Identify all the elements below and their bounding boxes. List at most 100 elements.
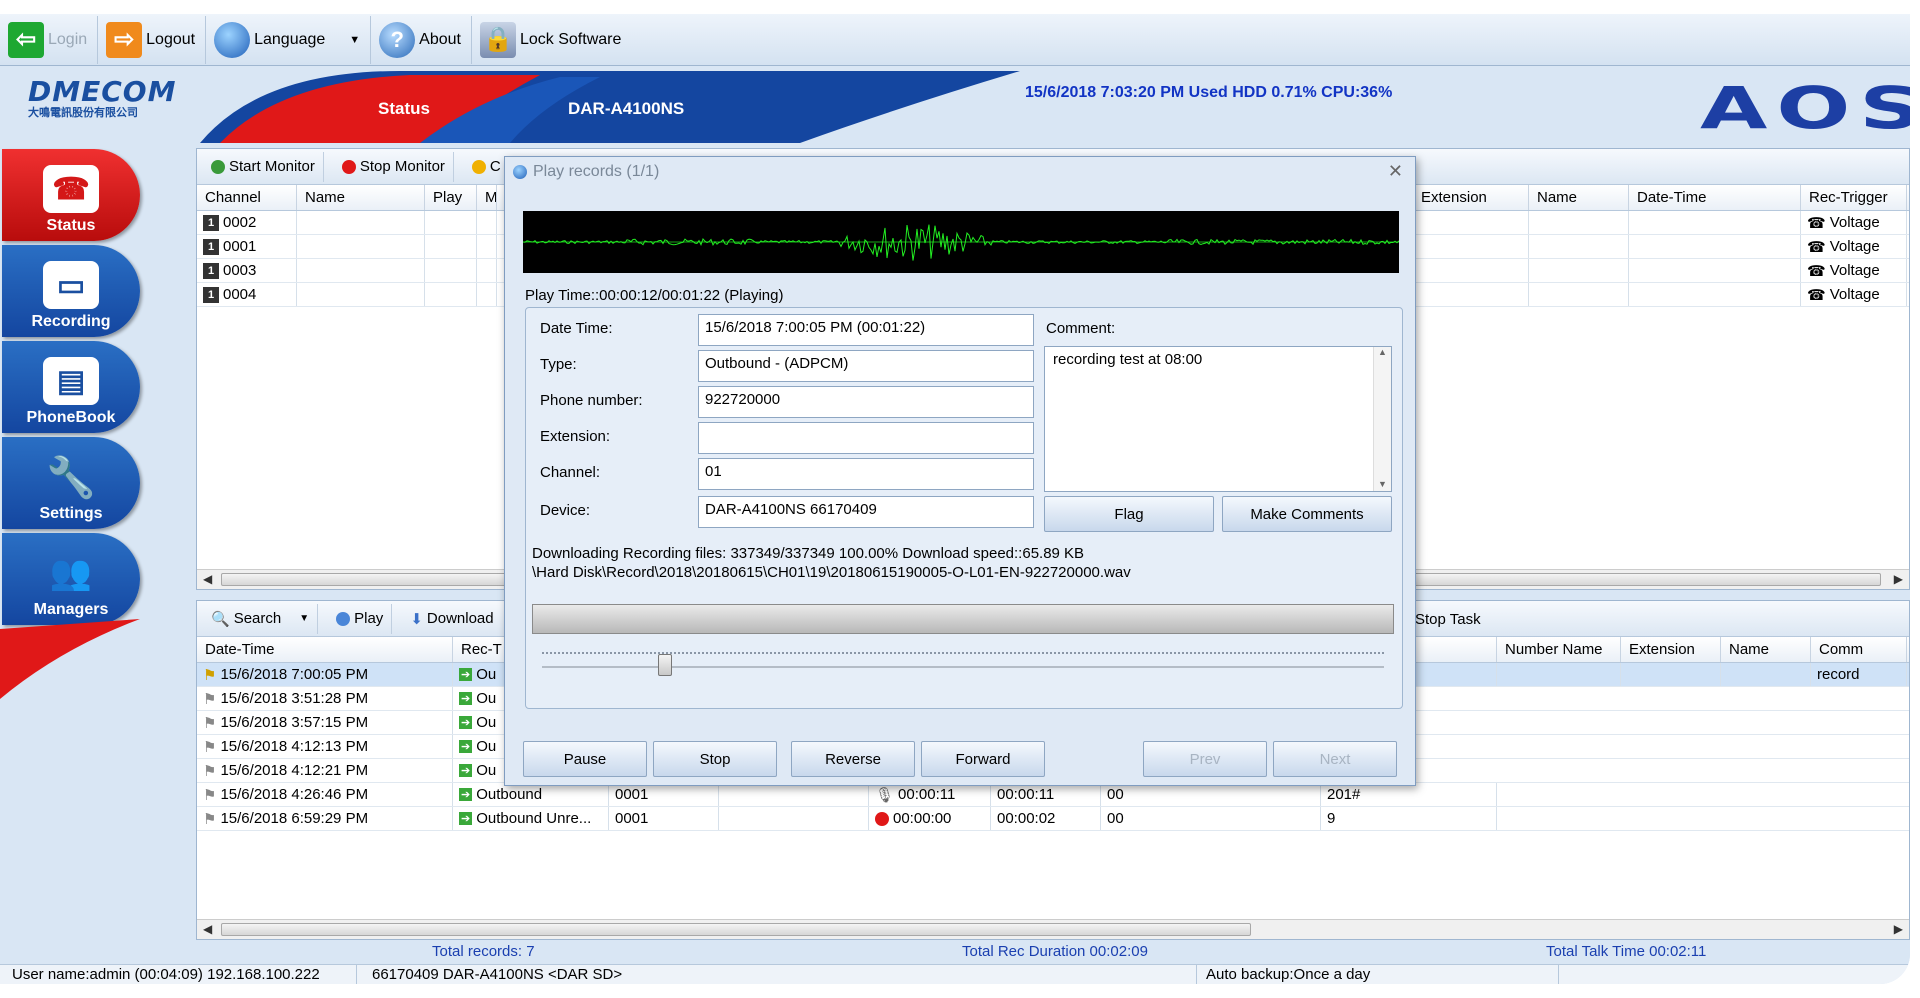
column-header[interactable]: Rec-Trigger [1801,185,1907,210]
nav-item-recording[interactable]: ▭ Recording [2,245,140,337]
id-cell: 9 [1321,807,1497,830]
column-header[interactable]: Date-Time [197,637,453,662]
line-badge: 1 [203,286,219,303]
channel-cell: 0001 [609,807,719,830]
column-header[interactable]: Channel [197,185,297,210]
column-header[interactable]: Play [425,185,477,210]
duration-cell: 00:00:00 [869,807,991,830]
next-button[interactable]: Next [1273,741,1397,777]
column-header[interactable]: Date-Time [1629,185,1801,210]
flag-icon: ⚑ [203,810,217,828]
playback-slider-thumb[interactable] [657,654,672,676]
table-row[interactable]: ⚑ 15/6/2018 4:26:46 PM ➔ Outbound 0001 🎙 00… [197,783,1909,807]
column-header[interactable]: Name [1529,185,1629,210]
play-records-dialog: Play records (1/1) ✕ Play Time::00:00:12… [504,156,1416,786]
column-header[interactable]: Name [1721,637,1811,662]
play-icon [336,611,351,626]
datetime-text: 15/6/2018 4:26:46 PM [220,786,369,803]
column-header[interactable]: Name [297,185,425,210]
lock-software-label: Lock Software [519,30,622,48]
nav-item-settings[interactable]: 🔧 Settings [2,437,140,529]
nav-label: Recording [31,313,111,330]
search-label: Search [233,610,282,627]
duration-text: 00:00:11 [898,786,956,803]
device-field[interactable]: DAR-A4100NS 66170409 [698,496,1034,528]
outbound-icon: ➔ [459,812,473,825]
stop-task-button[interactable]: Stop Task [1415,611,1481,628]
download-progress-text: Downloading Recording files: 337349/3373… [532,545,1085,562]
device-label: Device: [540,502,591,519]
column-header[interactable]: Extension [1413,185,1529,210]
other-toolbar-button[interactable]: C [464,152,509,182]
flag-icon: ⚑ [203,738,217,756]
nav-item-managers[interactable]: 👥 Managers [2,533,140,625]
datetime-text: 15/6/2018 7:00:05 PM [220,666,369,683]
records-horizontal-scrollbar[interactable]: ◀ ▶ [197,919,1909,939]
reverse-button[interactable]: Reverse [791,741,915,777]
scroll-right-icon[interactable]: ▶ [1894,572,1903,586]
stop-task-label: Stop Task [1415,611,1481,628]
app-window: ⇦ Login ⇨ Logout Language ▼ ? About 🔒 Lo… [0,14,1910,984]
nav-item-phonebook[interactable]: ▤ PhoneBook [2,341,140,433]
channel-number: 0001 [223,238,257,255]
channel-cell: 1 0002 [197,211,297,234]
brand-logo: AOS [1700,74,1910,142]
tool-icon [471,159,486,174]
column-header[interactable]: Comm [1811,637,1907,662]
stop-button[interactable]: Stop [653,741,777,777]
header-banner: DMECOM 大鳴電訊股份有限公司 Status DAR-A4100NS 15/… [0,67,1910,143]
close-icon[interactable]: ✕ [1388,161,1403,182]
scroll-left-icon[interactable]: ◀ [203,922,212,936]
rec-trigger-cell: ☎ Voltage [1801,211,1907,234]
trigger-text: Voltage [1829,286,1880,303]
type-field[interactable]: Outbound - (ADPCM) [698,350,1034,382]
make-comments-button[interactable]: Make Comments [1222,496,1392,532]
forward-button[interactable]: Forward [921,741,1045,777]
column-header[interactable]: Number Name [1497,637,1621,662]
microphone-icon: 🎙 [875,786,895,804]
nav-item-status[interactable]: ☎ Status [2,149,140,241]
column-header[interactable]: Extension [1621,637,1721,662]
datetime-cell: ⚑ 15/6/2018 4:12:21 PM [197,759,453,782]
extension-field[interactable] [698,422,1034,454]
flag-icon: ⚑ [203,714,217,732]
type-text: Outbound Unre... [476,810,592,827]
datetime-field[interactable]: 15/6/2018 7:00:05 PM (00:01:22) [698,314,1034,346]
phone-number-field[interactable]: 922720000 [698,386,1034,418]
scroll-left-icon[interactable]: ◀ [203,572,212,586]
logout-icon: ⇨ [106,21,143,58]
chevron-down-icon[interactable]: ▼ [299,613,309,624]
pause-button[interactable]: Pause [523,741,647,777]
search-button[interactable]: 🔍 Search ▼ [203,603,319,634]
datetime-text: 15/6/2018 3:57:15 PM [220,714,369,731]
scroll-thumb[interactable] [221,923,1251,936]
flag-button[interactable]: Flag [1044,496,1214,532]
language-dropdown[interactable]: Language ▼ [206,15,372,64]
outbound-icon: ➔ [459,692,473,705]
side-navigation: ☎ Status ▭ Recording ▤ PhoneBook 🔧 Setti… [0,149,150,699]
lock-software-button[interactable]: 🔒 Lock Software [472,16,631,64]
stop-monitor-button[interactable]: Stop Monitor [334,151,454,182]
download-button[interactable]: ⬇ Download [402,604,501,634]
logout-button[interactable]: ⇨ Logout [98,15,207,64]
total-talk-time: Total Talk Time 00:02:11 [1546,943,1707,960]
extension-label: Extension: [540,428,611,445]
dialog-titlebar[interactable]: Play records (1/1) [505,157,1415,187]
talk-time-cell: 00:00:02 [991,807,1101,830]
table-row[interactable]: ⚑ 15/6/2018 6:59:29 PM ➔ Outbound Unre... … [197,807,1909,831]
comment-scrollbar[interactable]: ▲ ▼ [1373,347,1391,491]
prev-button[interactable]: Prev [1143,741,1267,777]
stop-icon [341,159,356,174]
login-button[interactable]: ⇦ Login [0,15,99,64]
play-button[interactable]: Play [328,603,393,634]
comment-textarea[interactable]: recording test at 08:00 ▲ ▼ [1044,346,1392,492]
nav-label: Settings [39,505,103,522]
start-monitor-button[interactable]: Start Monitor [203,151,324,182]
trigger-text: Voltage [1829,238,1880,255]
channel-field[interactable]: 01 [698,458,1034,490]
scroll-right-icon[interactable]: ▶ [1894,922,1903,936]
download-label: Download [426,610,494,627]
about-button[interactable]: ? About [371,15,472,64]
column-header[interactable]: M [477,185,497,210]
type-text: Outbound [476,786,543,803]
